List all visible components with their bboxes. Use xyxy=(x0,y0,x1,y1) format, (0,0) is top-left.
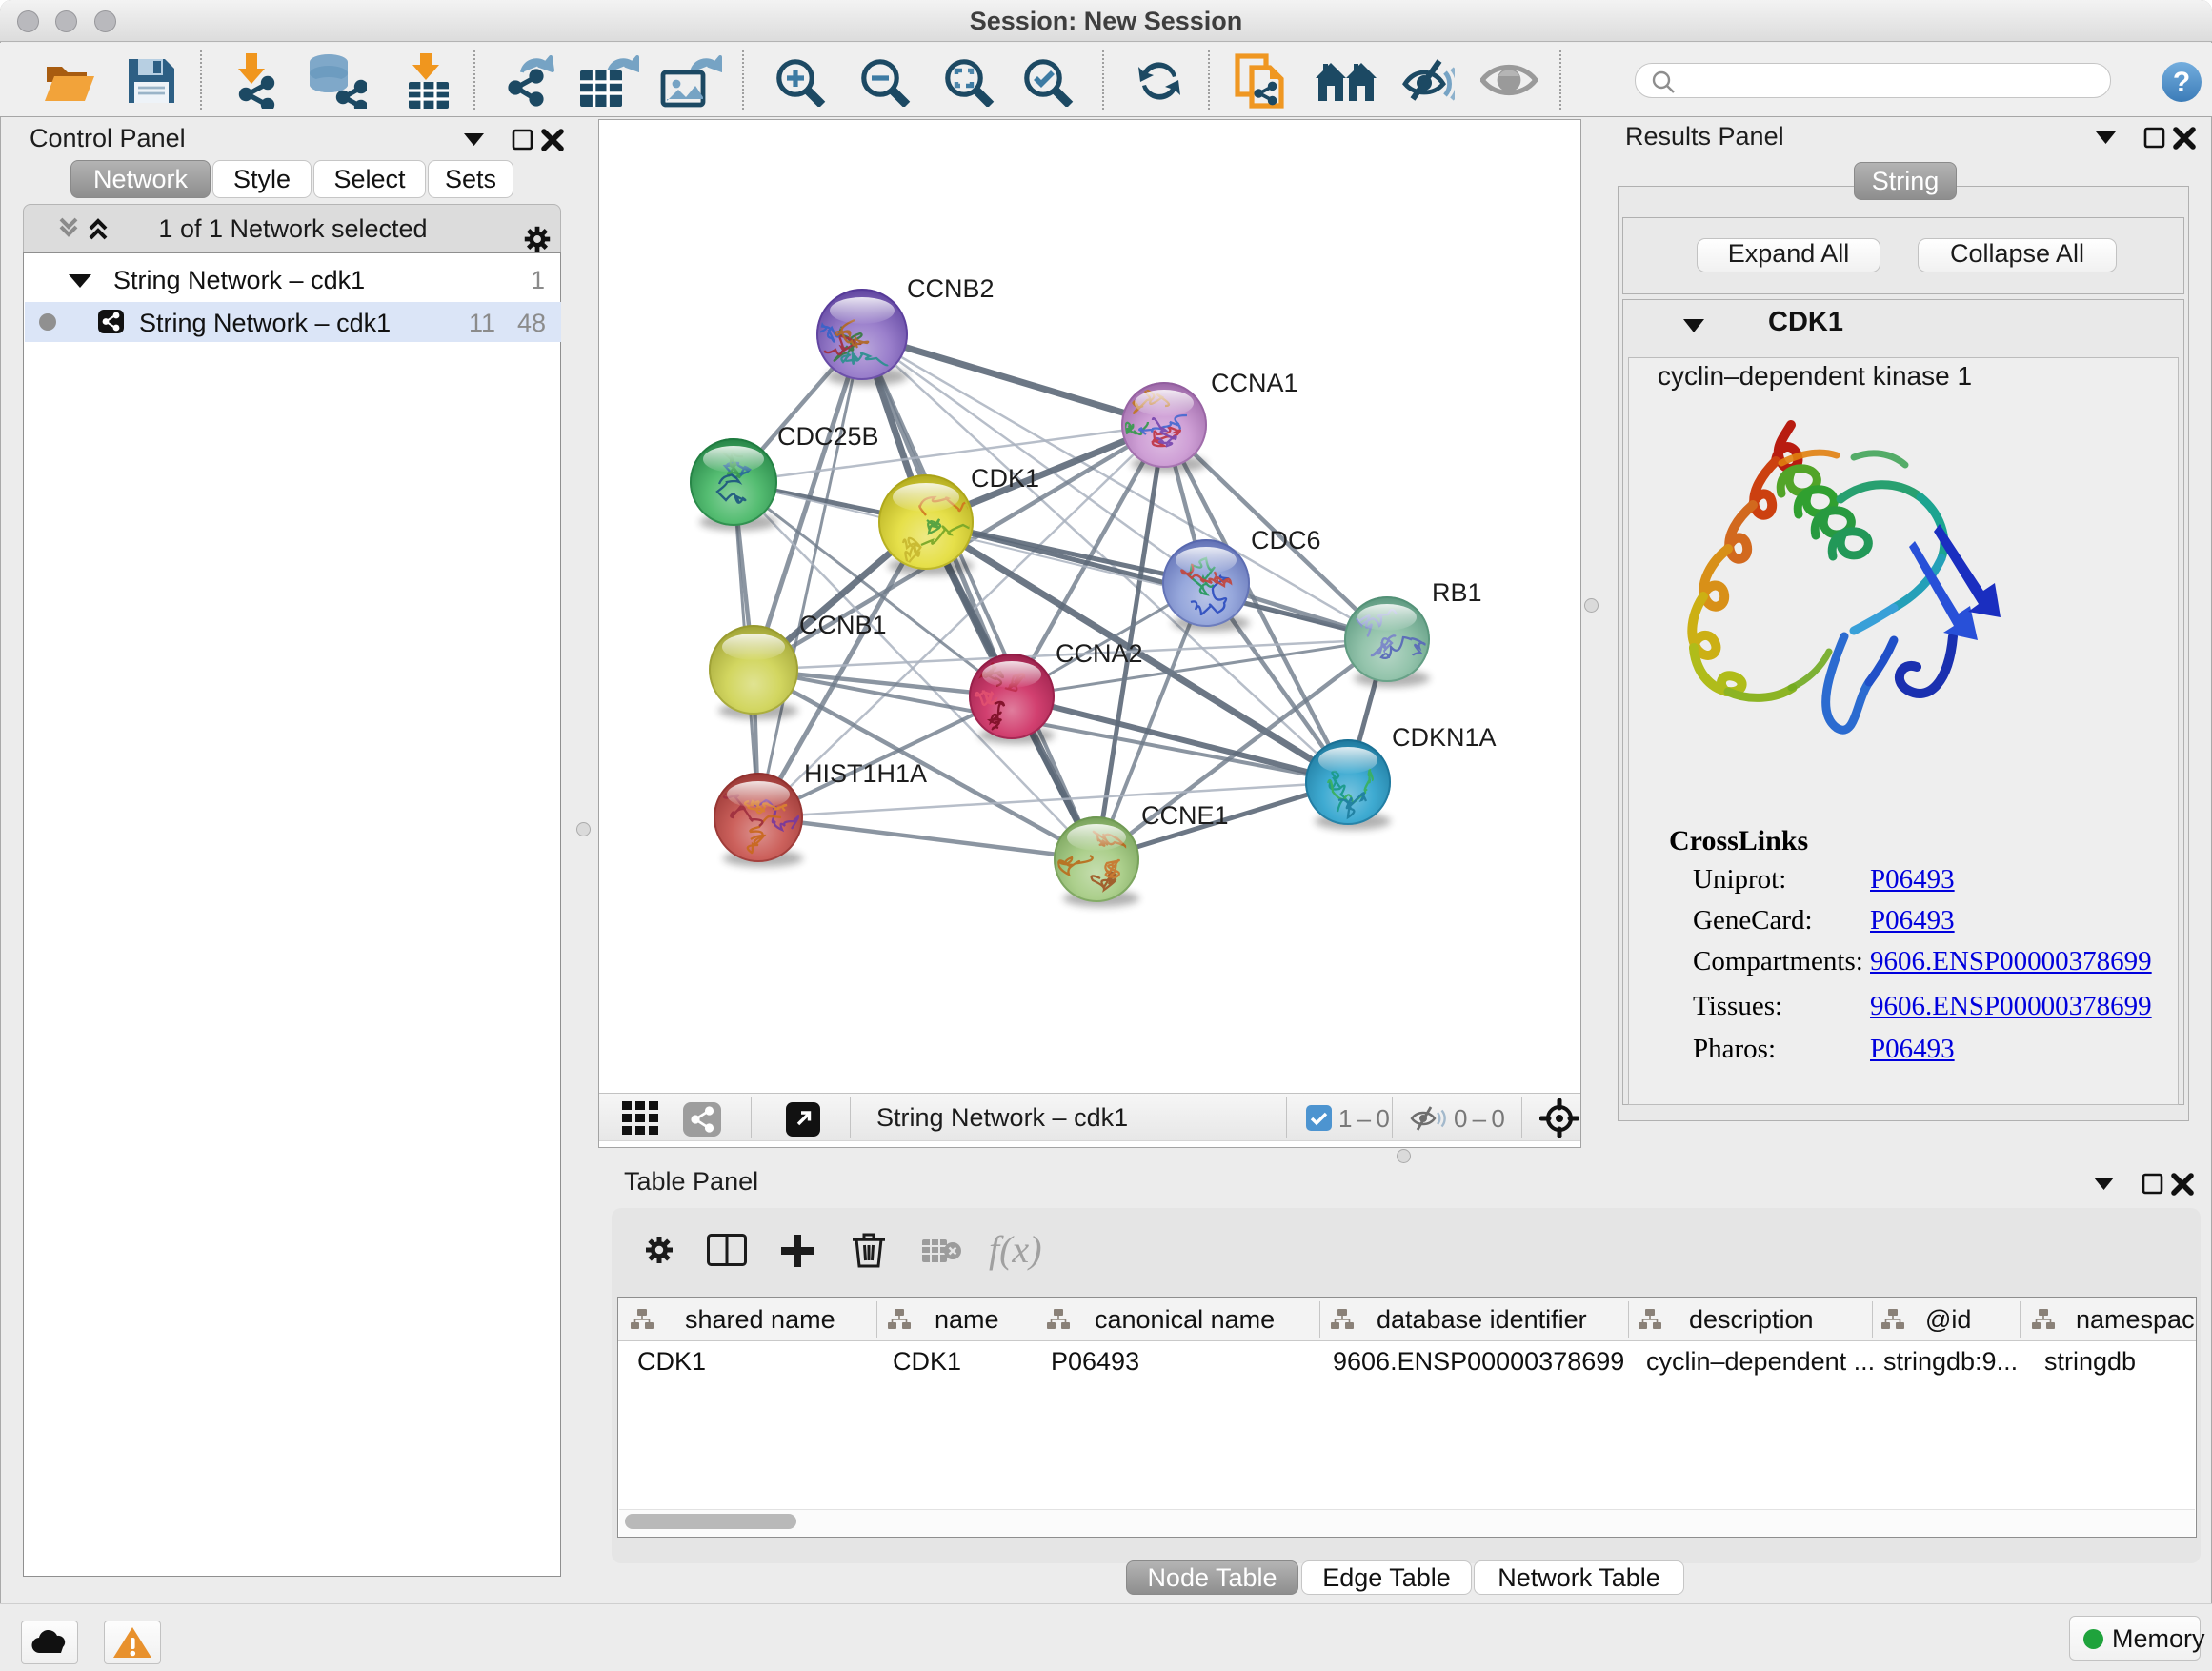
svg-text:RB1: RB1 xyxy=(1432,578,1482,607)
svg-text:?: ? xyxy=(2173,67,2190,98)
svg-text:CCNA1: CCNA1 xyxy=(1211,369,1298,397)
svg-text:CDK1: CDK1 xyxy=(971,464,1039,493)
svg-text:CCNA2: CCNA2 xyxy=(1056,639,1143,668)
svg-text:HIST1H1A: HIST1H1A xyxy=(804,759,927,788)
svg-text:CCNB1: CCNB1 xyxy=(799,611,887,639)
svg-text:CDKN1A: CDKN1A xyxy=(1392,723,1497,752)
svg-text:CDC6: CDC6 xyxy=(1251,526,1321,554)
svg-text:CCNB2: CCNB2 xyxy=(907,274,995,303)
svg-text:CCNE1: CCNE1 xyxy=(1141,801,1229,830)
svg-text:CDC25B: CDC25B xyxy=(777,422,879,451)
